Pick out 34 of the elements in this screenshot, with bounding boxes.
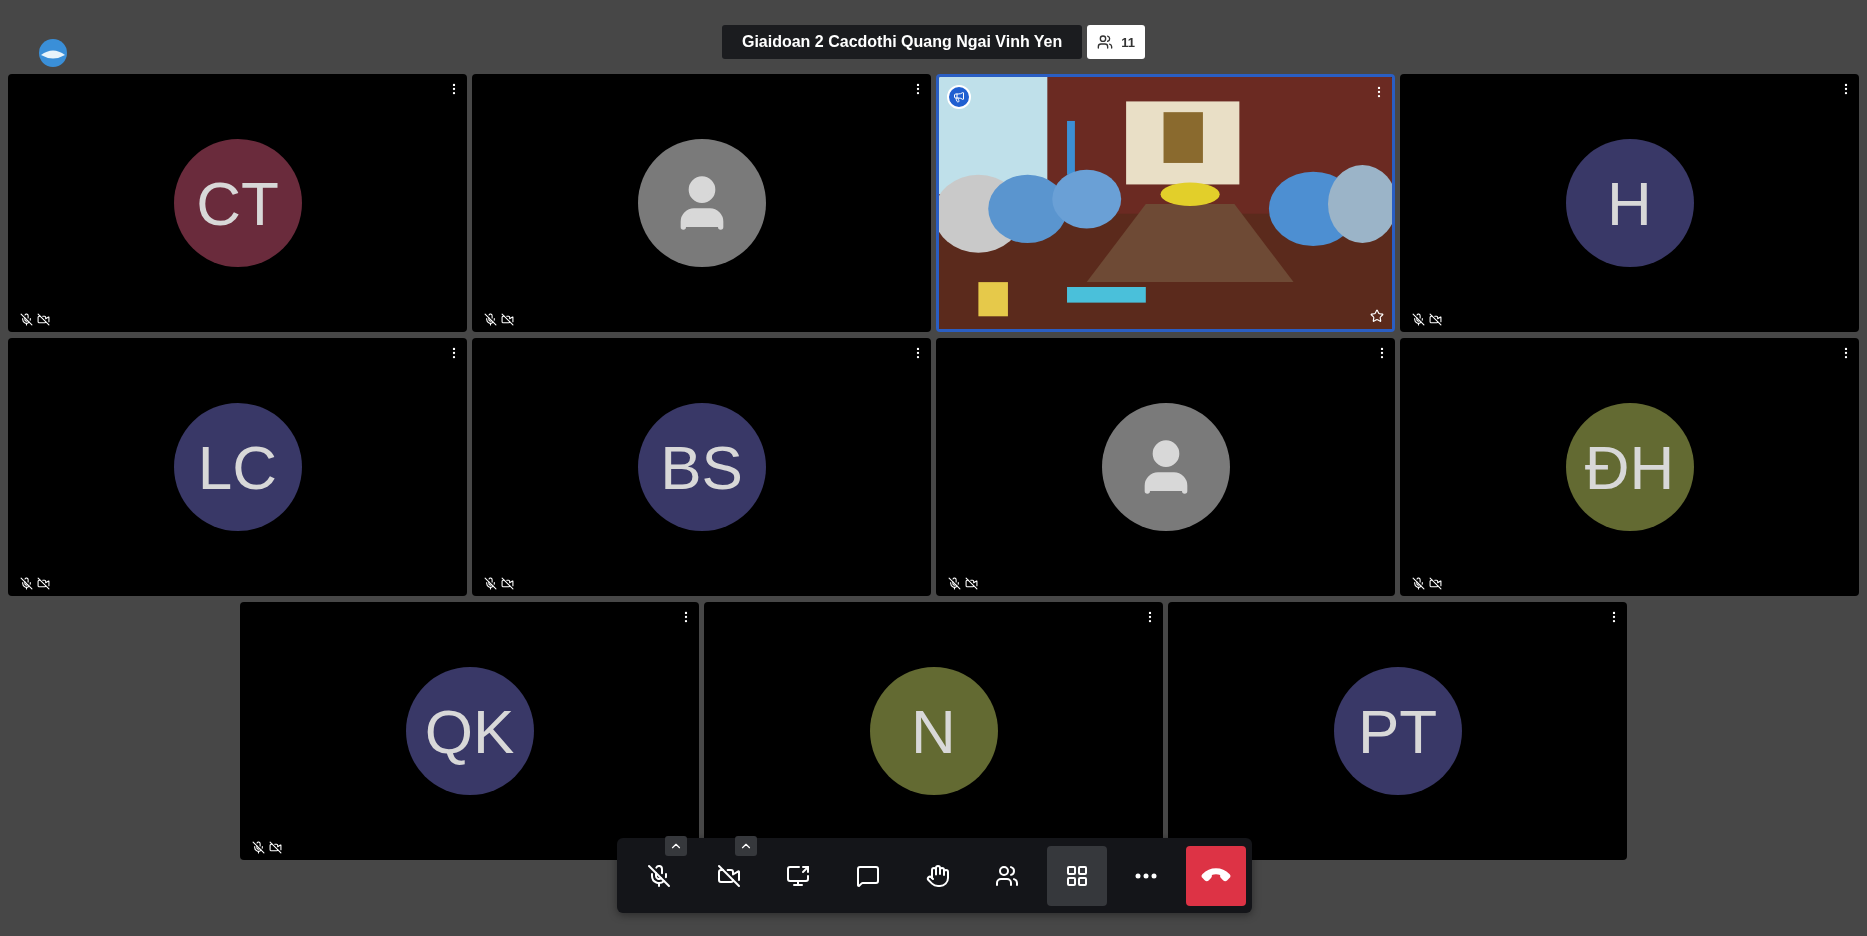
chat-icon: [855, 863, 880, 888]
avatar: ĐH: [1565, 403, 1694, 531]
video-tile[interactable]: [472, 74, 931, 332]
camera-icon: [716, 863, 741, 888]
video-tile[interactable]: QK: [240, 602, 699, 860]
tileview-icon: [1064, 863, 1089, 888]
participants-icon: [1097, 34, 1114, 50]
video-tile[interactable]: ĐH: [1400, 338, 1859, 596]
caret-icon[interactable]: [665, 835, 687, 856]
participants-icon: [995, 863, 1020, 888]
avatar: PT: [1333, 667, 1462, 795]
avatar: BS: [637, 403, 766, 531]
video-tile[interactable]: CT: [8, 74, 467, 332]
video-tile[interactable]: LC: [8, 338, 467, 596]
avatar: CT: [173, 139, 302, 267]
count-text: 11: [1121, 34, 1136, 50]
avatar: LC: [173, 403, 302, 531]
tileview-button[interactable]: [1046, 845, 1107, 906]
avatar: H: [1565, 139, 1694, 267]
video-tile[interactable]: BS: [472, 338, 931, 596]
mic-icon: [647, 863, 671, 888]
avatar: N: [869, 667, 998, 795]
more-icon: [1135, 872, 1158, 879]
video-tile[interactable]: [936, 338, 1395, 596]
meeting-title: Giaidoan 2 Cacdothi Quang Ngai Vinh Yen: [721, 25, 1083, 59]
participant-count[interactable]: 11: [1087, 25, 1146, 59]
logo-icon: [38, 38, 68, 68]
share-icon: [786, 863, 811, 888]
hand-icon: [925, 863, 950, 888]
avatar: QK: [405, 667, 534, 795]
star-icon[interactable]: [1370, 309, 1384, 323]
video-tile[interactable]: PT: [1168, 602, 1627, 860]
hangup-button[interactable]: [1186, 845, 1246, 906]
video-tile[interactable]: H: [1400, 74, 1859, 332]
